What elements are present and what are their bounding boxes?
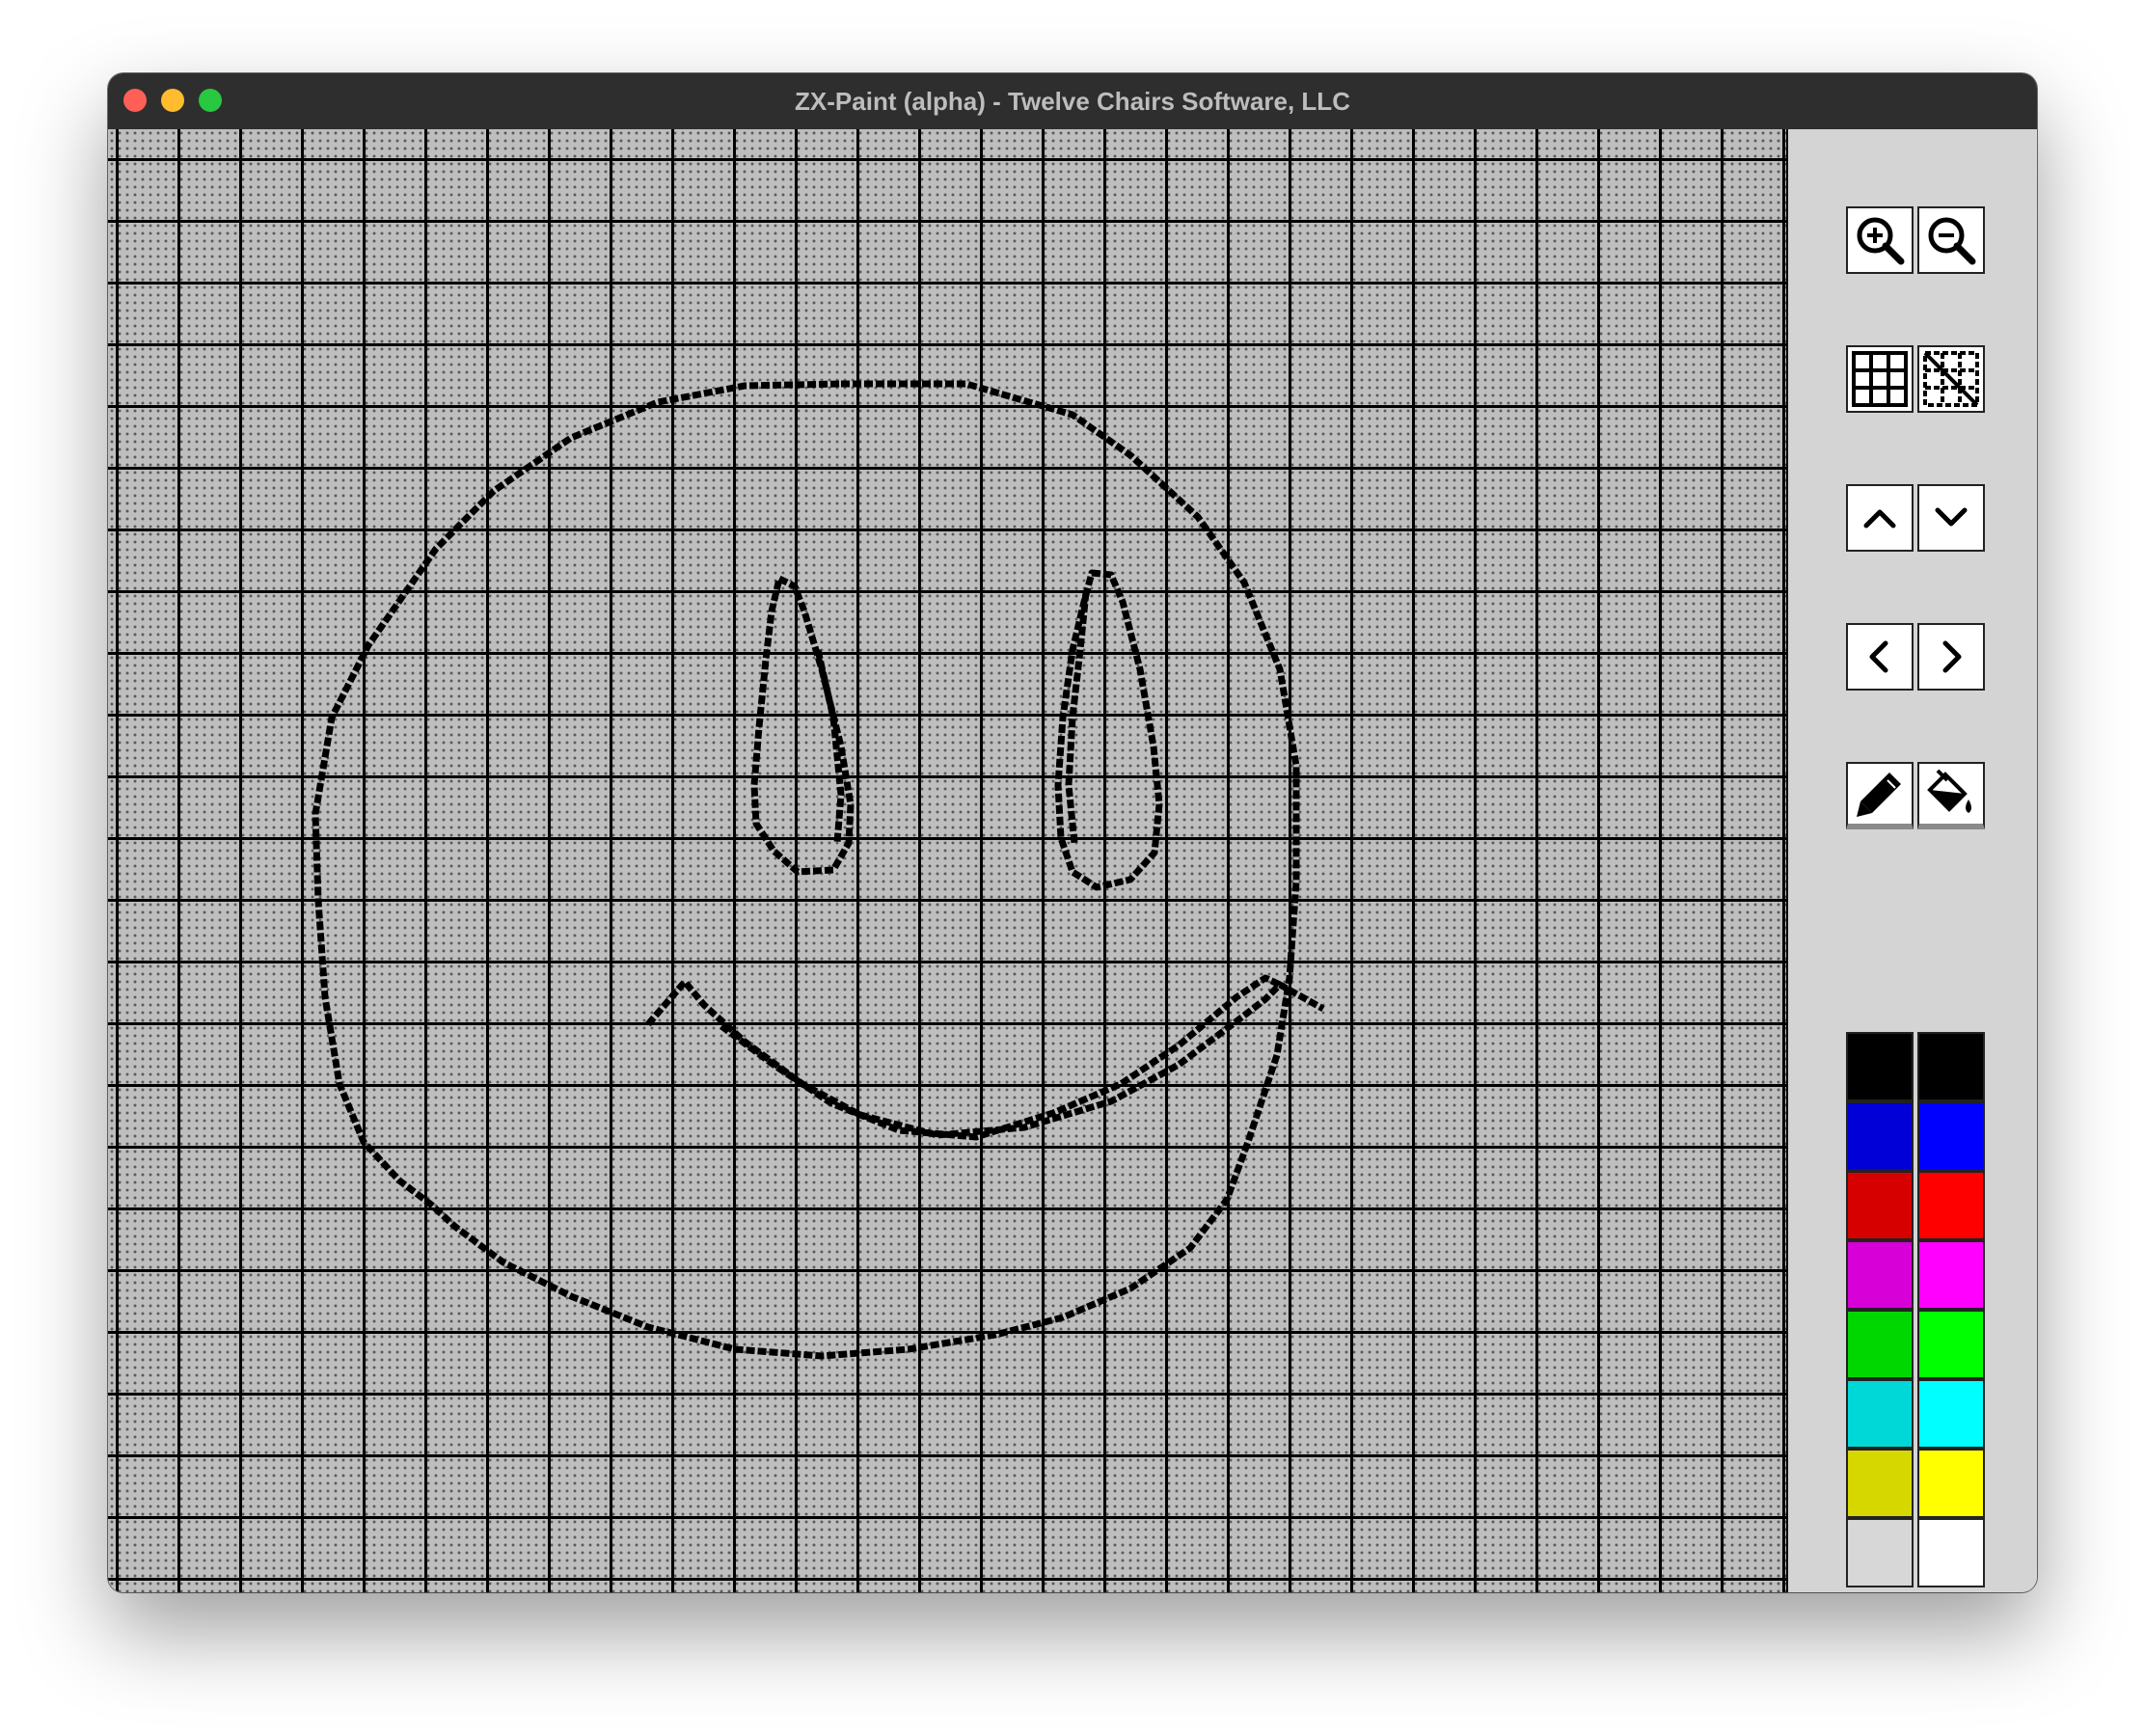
fill-tool-button[interactable] xyxy=(1917,762,1985,829)
swatch-bright-green[interactable] xyxy=(1917,1310,1985,1379)
tool-panel xyxy=(1788,129,2037,1592)
paint-bucket-icon xyxy=(1927,769,1971,813)
swatch-blue[interactable] xyxy=(1846,1101,1914,1171)
mouth-upper xyxy=(645,978,1325,1139)
hide-grid-button[interactable] xyxy=(1917,345,1985,413)
swatch-red[interactable] xyxy=(1846,1171,1914,1240)
swatch-bright-magenta[interactable] xyxy=(1917,1240,1985,1310)
swatch-yellow[interactable] xyxy=(1846,1449,1914,1518)
swatch-white[interactable] xyxy=(1846,1518,1914,1587)
scroll-down-button[interactable] xyxy=(1917,484,1985,552)
chevron-right-icon xyxy=(1942,640,1962,673)
swatch-bright-yellow[interactable] xyxy=(1917,1449,1985,1518)
swatch-bright-blue[interactable] xyxy=(1917,1101,1985,1171)
scroll-up-button[interactable] xyxy=(1846,484,1914,552)
left-eye-inner xyxy=(814,649,845,844)
swatch-green[interactable] xyxy=(1846,1310,1914,1379)
swatch-magenta[interactable] xyxy=(1846,1240,1914,1310)
smiley-drawing xyxy=(312,380,1325,1360)
swatch-cyan[interactable] xyxy=(1846,1379,1914,1449)
swatch-bright-black[interactable] xyxy=(1917,1032,1985,1101)
pencil-icon xyxy=(1857,773,1901,817)
chevron-left-icon xyxy=(1869,640,1888,673)
scroll-left-button[interactable] xyxy=(1846,623,1914,691)
mouth-lower xyxy=(719,974,1282,1141)
zoom-in-button[interactable] xyxy=(1846,206,1914,274)
swatch-bright-cyan[interactable] xyxy=(1917,1379,1985,1449)
grid-icon xyxy=(1852,351,1908,407)
chevron-up-icon xyxy=(1863,509,1896,529)
zoom-in-icon xyxy=(1857,217,1905,265)
zoom-out-icon xyxy=(1928,217,1976,265)
app-window: ZX-Paint (alpha) - Twelve Chairs Softwar… xyxy=(108,73,2037,1592)
grid-off-icon xyxy=(1923,351,1979,407)
drawing-canvas[interactable] xyxy=(108,129,1788,1592)
pencil-tool-button[interactable] xyxy=(1846,762,1914,829)
swatch-bright-white[interactable] xyxy=(1917,1518,1985,1587)
show-grid-button[interactable] xyxy=(1846,345,1914,413)
title-bar: ZX-Paint (alpha) - Twelve Chairs Softwar… xyxy=(108,73,2037,130)
window-title: ZX-Paint (alpha) - Twelve Chairs Softwar… xyxy=(795,87,1350,116)
chevron-down-icon xyxy=(1935,507,1968,527)
swatch-black[interactable] xyxy=(1846,1032,1914,1101)
swatch-bright-red[interactable] xyxy=(1917,1171,1985,1240)
scroll-right-button[interactable] xyxy=(1917,623,1985,691)
zoom-out-button[interactable] xyxy=(1917,206,1985,274)
